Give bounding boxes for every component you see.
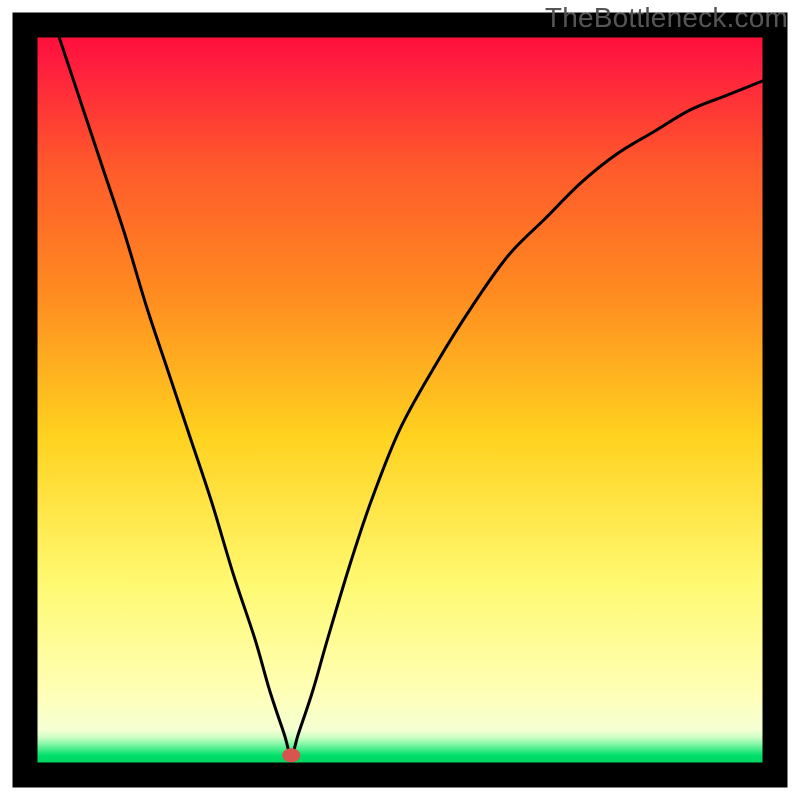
min-marker xyxy=(282,748,300,762)
chart-canvas: TheBottleneck.com xyxy=(0,0,800,800)
watermark-label: TheBottleneck.com xyxy=(545,2,788,34)
plot-background xyxy=(38,38,763,763)
chart-svg xyxy=(0,0,800,800)
